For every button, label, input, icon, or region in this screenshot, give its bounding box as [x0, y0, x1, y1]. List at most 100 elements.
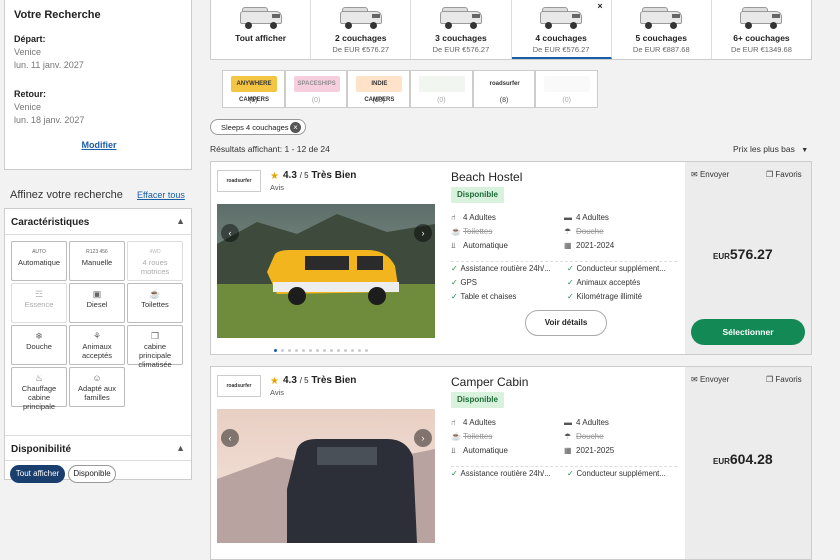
- spec-value: 4 Adultes: [576, 213, 609, 222]
- brand-count: (8): [499, 97, 509, 104]
- tab-label: 3 couchages: [435, 33, 487, 43]
- feature-label: Chauffage cabine principale: [21, 384, 57, 411]
- feature-filter-6[interactable]: ❄ Douche: [11, 325, 67, 365]
- brand-count: (0): [311, 97, 321, 104]
- close-icon[interactable]: ×: [290, 122, 301, 133]
- brand-filter-4[interactable]: roadsurfer (8): [472, 70, 536, 108]
- spec-value: Douche: [576, 432, 604, 441]
- available-only-button[interactable]: Disponible: [68, 465, 116, 483]
- sleeps-tabs: Tout afficher 2 couchages De EUR €576.27 3 …: [210, 0, 812, 60]
- amenity-item: ✓ Table et chaises: [451, 292, 516, 301]
- reviews-link[interactable]: Avis: [270, 183, 284, 192]
- filter-chip-label: Sleeps 4 couchages: [221, 123, 289, 132]
- reviews-link[interactable]: Avis: [270, 388, 284, 397]
- select-button[interactable]: Sélectionner: [691, 319, 805, 345]
- send-label: Envoyer: [699, 170, 730, 179]
- check-icon: ✓: [451, 469, 458, 478]
- check-icon: ✓: [451, 264, 458, 273]
- spec-value: 2021-2024: [576, 241, 615, 250]
- show-all-availability-button[interactable]: Tout afficher: [10, 465, 65, 483]
- favorite-button[interactable]: ❐ Favoris: [766, 170, 802, 179]
- brand-logo: [544, 76, 591, 92]
- spec-value: 4 Adultes: [463, 418, 496, 427]
- spec-transmission: ⫫ Automatique: [451, 446, 508, 456]
- close-icon[interactable]: ×: [597, 1, 602, 11]
- gear-shift-icon: ⫫: [451, 446, 456, 455]
- listing-name[interactable]: Beach Hostel: [451, 170, 522, 184]
- amenity-item: ✓ Kilométrage illimité: [567, 292, 642, 301]
- favorite-label: Favoris: [775, 170, 802, 179]
- divider: [451, 466, 677, 467]
- refine-search-title: Affinez votre recherche: [10, 189, 123, 201]
- brand-logo: roadsurfer: [217, 170, 261, 192]
- feature-label: cabine principale climatisée: [138, 342, 172, 369]
- amenity-item: ✓ GPS: [451, 278, 477, 287]
- carousel-next-icon[interactable]: ›: [414, 224, 432, 242]
- departure-date: lun. 11 janv. 2027: [14, 60, 84, 70]
- brand-count: (0): [562, 97, 571, 104]
- favorite-button[interactable]: ❐ Favoris: [766, 375, 802, 384]
- feature-icon: ☲: [34, 289, 44, 299]
- feature-filter-0[interactable]: AUTO Automatique: [11, 241, 67, 281]
- modify-search-link[interactable]: Modifier: [5, 140, 193, 150]
- spec-value: 4 Adultes: [463, 213, 496, 222]
- sleeps-tab-1[interactable]: 2 couchages De EUR €576.27: [311, 0, 412, 59]
- feature-filter-10[interactable]: ☺ Adapté aux familles: [69, 367, 125, 407]
- availability-section-header[interactable]: Disponibilité ▲: [5, 435, 191, 461]
- tab-label: 5 couchages: [635, 33, 688, 43]
- return-label: Retour:: [14, 89, 46, 99]
- brand-filter-3[interactable]: (0): [410, 70, 473, 108]
- spec-adults: ⑁ 4 Adultes: [451, 418, 496, 427]
- gear-shift-icon: ⫫: [451, 241, 456, 250]
- bookmark-icon: ❐: [766, 375, 774, 384]
- brand-filter-5[interactable]: (0): [535, 70, 599, 108]
- brand-filter-1[interactable]: SPACESHIPS (0): [284, 70, 348, 108]
- sleeps-tab-0[interactable]: Tout afficher: [211, 0, 312, 59]
- sleeps-tab-2[interactable]: 3 couchages De EUR €576.27: [411, 0, 512, 59]
- feature-filter-8[interactable]: ❒ cabine principale climatisée: [127, 325, 183, 369]
- rating: 4.3 / 5 Très Bien: [283, 375, 356, 386]
- feature-filter-7[interactable]: ⚘ Animaux acceptés: [69, 325, 125, 365]
- tab-price: De EUR €576.27: [432, 45, 490, 54]
- sleeps-tab-5[interactable]: 6+ couchages De EUR €1349.68: [712, 0, 811, 59]
- clear-all-link[interactable]: Effacer tous: [137, 190, 185, 200]
- sleeps-tab-4[interactable]: 5 couchages De EUR €887.68: [612, 0, 712, 59]
- departure-place: Venice: [14, 47, 42, 57]
- search-summary-title: Votre Recherche: [14, 9, 101, 21]
- feature-filter-5[interactable]: ☕ Toilettes: [127, 283, 183, 323]
- price-value: 604.28: [729, 451, 773, 467]
- divider: [451, 261, 677, 262]
- send-button[interactable]: ✉ Envoyer: [691, 375, 729, 384]
- view-details-button[interactable]: Voir détails: [525, 310, 607, 336]
- listing-name[interactable]: Camper Cabin: [451, 375, 528, 389]
- features-section-header[interactable]: Caractéristiques ▲: [5, 209, 191, 235]
- availability-heading: Disponibilité: [11, 444, 71, 455]
- feature-filter-9[interactable]: ♨ Chauffage cabine principale: [11, 367, 67, 411]
- brand-filter-2[interactable]: INDIE CAMPERS (10): [347, 70, 411, 108]
- brand-filter-0[interactable]: ANYWHERE CAMPERS (6): [222, 70, 285, 108]
- brand-logo: ANYWHERE CAMPERS: [231, 76, 277, 103]
- spec-value: Toilettes: [463, 432, 493, 441]
- feature-filter-3[interactable]: ☲ Essence: [11, 283, 67, 323]
- feature-icon: ❄: [35, 331, 43, 341]
- carousel-prev-icon[interactable]: ‹: [221, 429, 239, 447]
- feature-label: Automatique: [17, 258, 61, 267]
- feature-filter-4[interactable]: ▣ Diesel: [69, 283, 125, 323]
- chevron-up-icon[interactable]: ▲: [176, 216, 185, 226]
- chevron-up-icon[interactable]: ▲: [176, 443, 185, 453]
- carousel-next-icon[interactable]: ›: [414, 429, 432, 447]
- availability-badge: Disponible: [451, 187, 504, 203]
- carousel-prev-icon[interactable]: ‹: [221, 224, 239, 242]
- rating-scale: / 5: [299, 171, 309, 180]
- feature-filter-1[interactable]: R123 456 Manuelle: [69, 241, 125, 281]
- star-icon: ★: [270, 376, 279, 387]
- feature-icon: ❒: [150, 331, 160, 341]
- sleeps-tab-3[interactable]: 4 couchages De EUR €576.27 ×: [511, 0, 612, 59]
- price-value: 576.27: [729, 246, 773, 262]
- sort-dropdown[interactable]: Prix les plus bas ▼: [733, 144, 808, 154]
- spec-years: ▦ 2021-2024: [564, 241, 614, 250]
- send-button[interactable]: ✉ Envoyer: [691, 170, 729, 179]
- feature-filter-2[interactable]: 4WD 4 roues motrices: [127, 241, 183, 281]
- return-place: Venice: [14, 102, 42, 112]
- camper-van-icon: [738, 5, 784, 29]
